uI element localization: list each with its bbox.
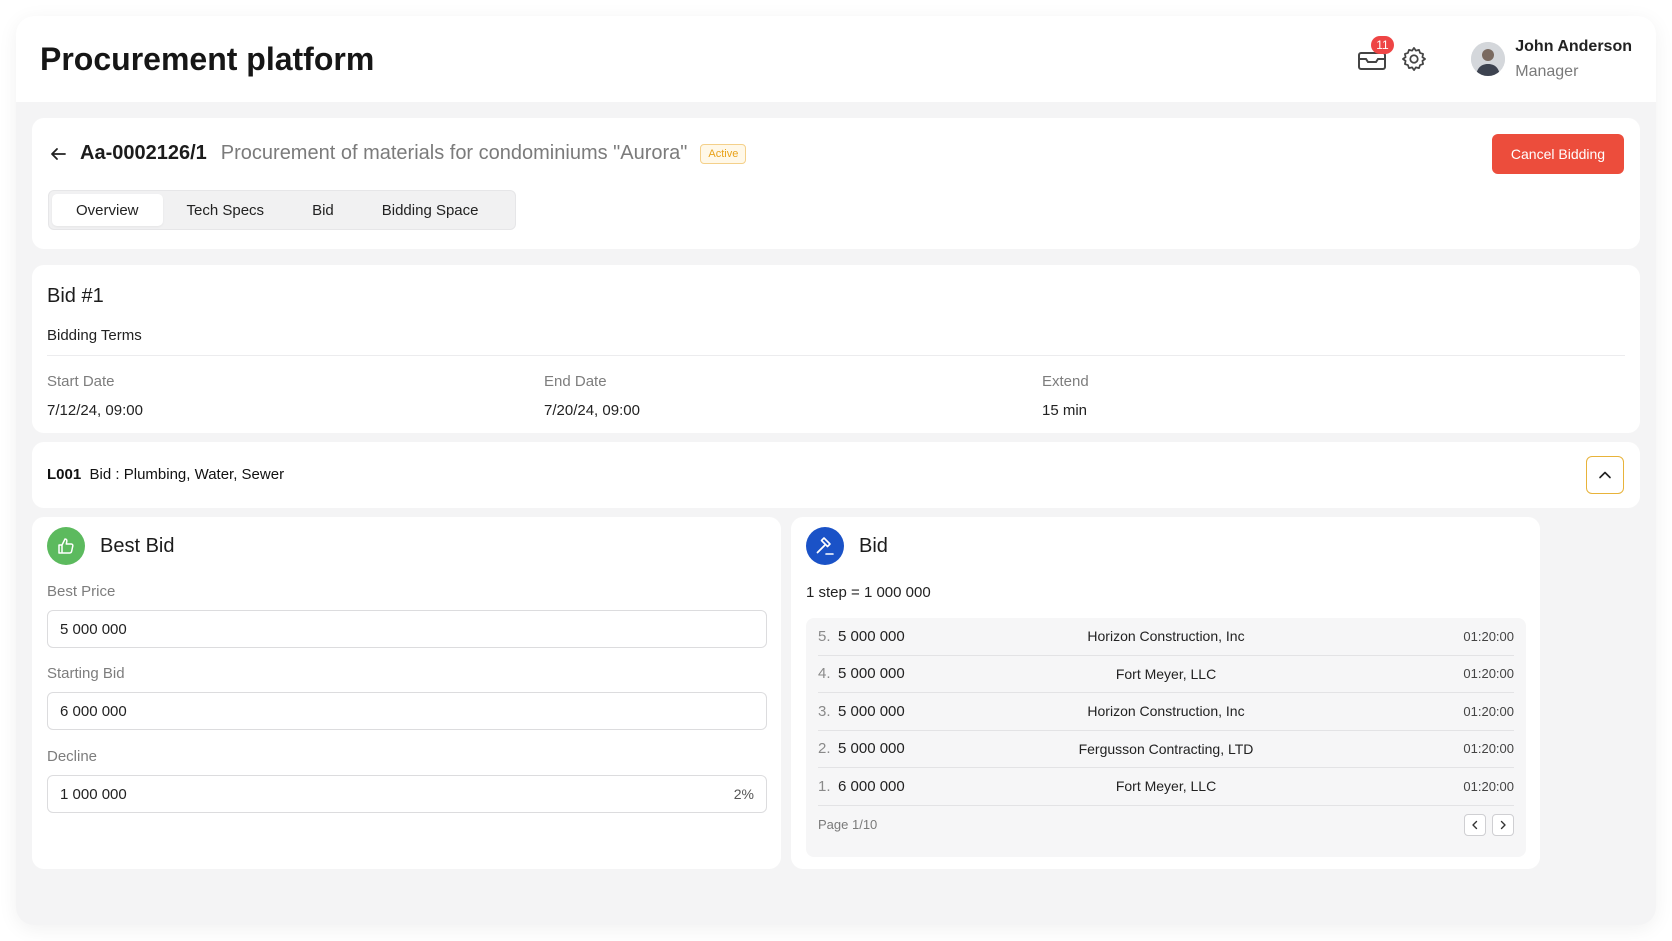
tab-overview[interactable]: Overview	[52, 194, 163, 226]
start-date-label: Start Date	[47, 373, 115, 390]
table-pagination: Page 1/10	[818, 806, 1514, 844]
end-date: End Date 7/20/24, 09:00	[544, 373, 640, 419]
bid-amount: 5 000 000	[838, 665, 905, 683]
chevron-up-icon	[1599, 471, 1611, 479]
bid-company: Fergusson Contracting, LTD	[1078, 740, 1254, 757]
gear-icon	[1402, 47, 1427, 71]
starting-bid-field[interactable]: 6 000 000	[47, 692, 767, 730]
bid-list-title: Bid	[859, 534, 888, 557]
previous-page-button[interactable]	[1464, 813, 1486, 836]
bid-rank: 4.	[818, 665, 831, 683]
bid-amount: 6 000 000	[838, 777, 905, 795]
bid-time: 01:20:00	[1463, 778, 1514, 794]
lot-code: L001	[47, 466, 82, 483]
tab-bar: Overview Tech Specs Bid Bidding Space	[48, 190, 516, 230]
table-row: 1. 6 000 000 Fort Meyer, LLC 01:20:00	[818, 768, 1514, 806]
thumbs-up-icon	[58, 538, 74, 554]
header-actions: 11 John Anderson Manager	[1355, 36, 1632, 81]
bid-rank: 2.	[818, 740, 831, 758]
bid-list-card: Bid 1 step = 1 000 000 5. 5 000 000 Hori…	[791, 517, 1540, 869]
starting-bid-value: 6 000 000	[60, 702, 127, 720]
user-avatar-icon	[1471, 42, 1506, 76]
best-bid-badge	[47, 527, 85, 565]
app-title: Procurement platform	[40, 40, 375, 77]
notification-badge: 11	[1371, 36, 1394, 54]
bid-rank: 3.	[818, 702, 831, 720]
bid-title: Bid #1	[47, 285, 104, 307]
bid-list-header: Bid	[806, 527, 888, 565]
bid-terms-card: Bid #1 Bidding Terms Start Date 7/12/24,…	[32, 265, 1640, 433]
gavel-icon	[816, 537, 834, 555]
best-bid-title: Best Bid	[100, 534, 175, 557]
back-arrow-icon[interactable]	[48, 144, 68, 164]
tab-bid[interactable]: Bid	[288, 194, 358, 226]
best-bid-card: Best Bid Best Price 5 000 000 Starting B…	[32, 517, 781, 869]
bid-amount: 5 000 000	[838, 702, 905, 720]
decline-percent: 2%	[733, 786, 754, 802]
notifications-button[interactable]: 11	[1355, 36, 1394, 76]
decline-value: 1 000 000	[60, 785, 127, 803]
tab-bidding-space[interactable]: Bidding Space	[358, 194, 503, 226]
decline-label: Decline	[47, 748, 98, 765]
bid-history-table: 5. 5 000 000 Horizon Construction, Inc 0…	[806, 618, 1526, 857]
bid-time: 01:20:00	[1463, 666, 1514, 682]
settings-button[interactable]	[1397, 42, 1431, 76]
best-bid-header: Best Bid	[47, 527, 174, 565]
best-price-field[interactable]: 5 000 000	[47, 610, 767, 648]
extend-label: Extend	[1042, 373, 1089, 390]
user-role: Manager	[1515, 62, 1579, 80]
chevron-right-icon	[1500, 820, 1506, 829]
user-info: John Anderson Manager	[1515, 38, 1632, 81]
table-row: 3. 5 000 000 Horizon Construction, Inc 0…	[818, 693, 1514, 731]
extend-value: 15 min	[1042, 402, 1088, 419]
end-date-label: End Date	[544, 373, 607, 390]
status-badge: Active	[700, 143, 747, 164]
bid-time: 01:20:00	[1463, 628, 1514, 644]
tab-tech-specs[interactable]: Tech Specs	[163, 194, 289, 226]
procurement-name: Procurement of materials for condominium…	[220, 142, 688, 164]
bid-time: 01:20:00	[1463, 703, 1514, 719]
bid-badge	[806, 527, 844, 565]
best-price-label: Best Price	[47, 583, 116, 600]
user-name: John Anderson	[1515, 37, 1632, 55]
procurement-header-card: Aa-0002126/1 Procurement of materials fo…	[32, 118, 1640, 249]
procurement-title-row: Aa-0002126/1 Procurement of materials fo…	[48, 142, 747, 165]
lot-label: Bid : Plumbing, Water, Sewer	[89, 466, 285, 483]
lot-card: L001 Bid : Plumbing, Water, Sewer	[32, 442, 1640, 508]
cancel-bidding-button[interactable]: Cancel Bidding	[1492, 134, 1624, 174]
starting-bid-label: Starting Bid	[47, 665, 125, 682]
bid-time: 01:20:00	[1463, 741, 1514, 757]
bid-step-text: 1 step = 1 000 000	[806, 584, 931, 601]
end-date-value: 7/20/24, 09:00	[544, 402, 640, 419]
decline-field[interactable]: 1 000 000 2%	[47, 775, 767, 813]
app-window: Procurement platform 11 John Anderson Ma…	[16, 16, 1656, 925]
bid-rank: 5.	[818, 627, 831, 645]
table-row: 2. 5 000 000 Fergusson Contracting, LTD …	[818, 731, 1514, 768]
start-date: Start Date 7/12/24, 09:00	[47, 373, 143, 419]
bid-company: Fort Meyer, LLC	[1115, 665, 1217, 682]
bid-company: Horizon Construction, Inc	[1087, 628, 1245, 645]
bid-amount: 5 000 000	[838, 740, 905, 758]
table-row: 4. 5 000 000 Fort Meyer, LLC 01:20:00	[818, 656, 1514, 693]
bid-rank: 1.	[818, 777, 831, 795]
collapse-lot-button[interactable]	[1586, 456, 1624, 494]
next-page-button[interactable]	[1492, 813, 1514, 836]
procurement-id: Aa-0002126/1	[80, 142, 207, 164]
start-date-value: 7/12/24, 09:00	[47, 402, 143, 419]
extend: Extend 15 min	[1042, 373, 1089, 419]
lot-title: L001 Bid : Plumbing, Water, Sewer	[47, 466, 284, 483]
bid-company: Horizon Construction, Inc	[1087, 703, 1245, 720]
best-price-value: 5 000 000	[60, 620, 127, 638]
avatar[interactable]	[1471, 42, 1506, 76]
divider	[47, 355, 1625, 356]
chevron-left-icon	[1472, 820, 1478, 829]
bidding-terms-label: Bidding Terms	[47, 327, 142, 344]
page-indicator: Page 1/10	[818, 817, 878, 832]
bid-amount: 5 000 000	[838, 627, 905, 645]
pager-controls	[1458, 813, 1514, 836]
table-row: 5. 5 000 000 Horizon Construction, Inc 0…	[818, 618, 1514, 656]
bid-company: Fort Meyer, LLC	[1115, 778, 1217, 795]
top-header: Procurement platform 11 John Anderson Ma…	[16, 16, 1656, 102]
